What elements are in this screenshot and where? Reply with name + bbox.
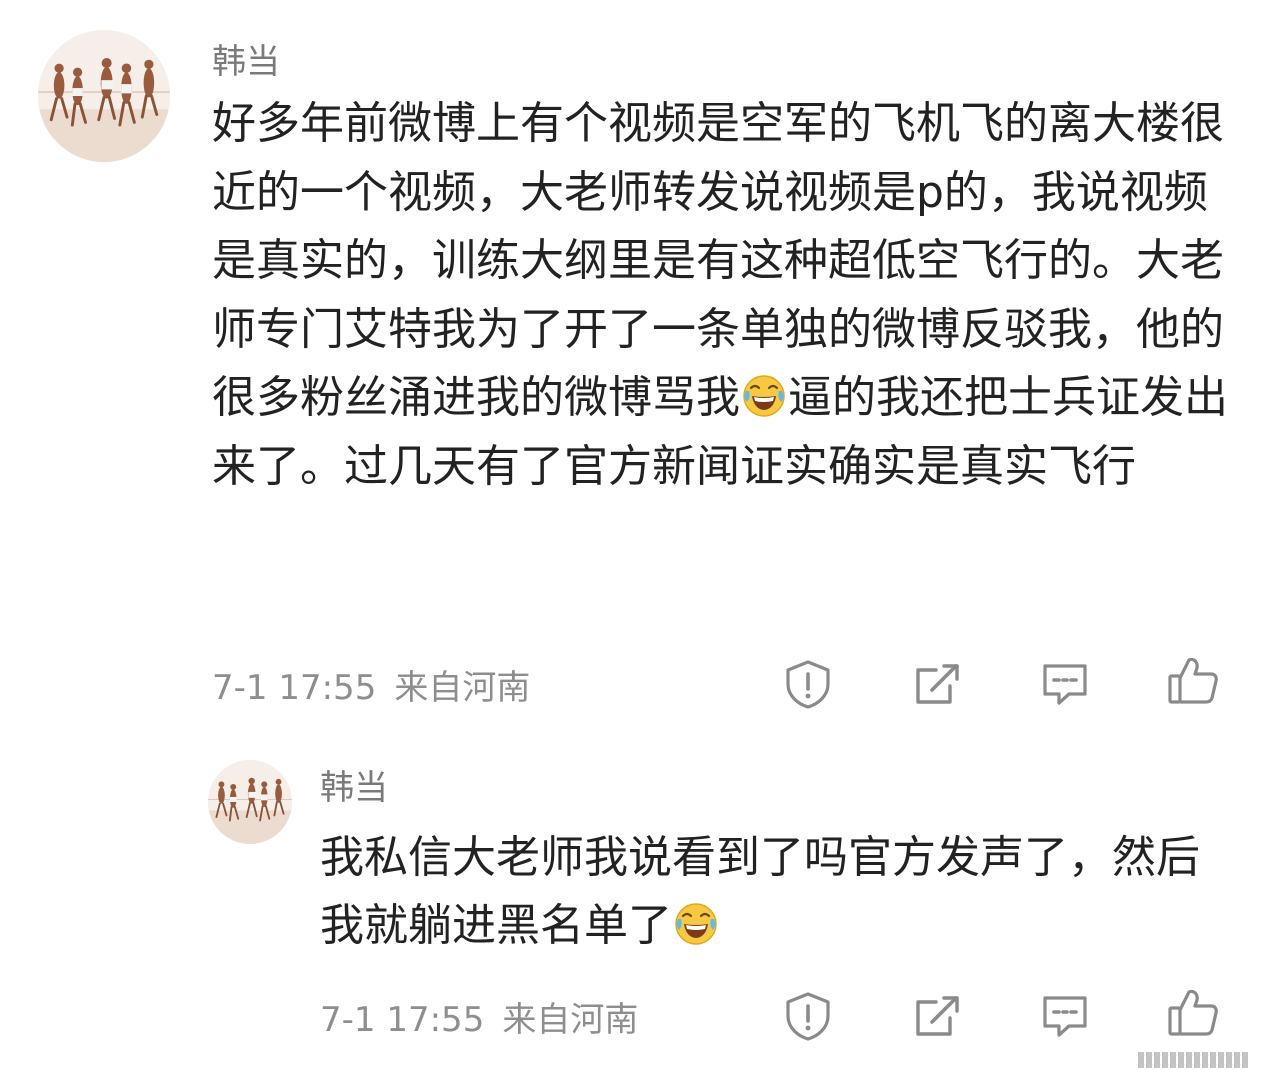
comment-meta: 7-1 17:55 来自河南 <box>212 660 548 709</box>
report-icon <box>786 992 830 1041</box>
watermark <box>1138 1052 1264 1068</box>
like-icon <box>1168 657 1218 704</box>
like-icon <box>1168 989 1218 1036</box>
reply-button[interactable] <box>1037 656 1093 712</box>
like-button[interactable] <box>1165 652 1221 708</box>
comment-location: 来自河南 <box>502 1000 639 1040</box>
repost-icon <box>916 996 959 1036</box>
reply-button[interactable] <box>1037 988 1093 1044</box>
laugh-cry-emoji-icon <box>674 902 718 946</box>
reply-icon <box>1043 996 1087 1037</box>
report-button[interactable] <box>780 656 836 712</box>
username[interactable]: 韩当 <box>320 760 388 809</box>
avatar[interactable] <box>38 30 170 162</box>
repost-button[interactable] <box>910 988 966 1044</box>
comment-text: 我私信大老师我说看到了吗官方发声了，然后我就躺进黑名单了 <box>320 824 1220 960</box>
repost-button[interactable] <box>910 656 966 712</box>
comment-location: 来自河南 <box>394 668 531 708</box>
username[interactable]: 韩当 <box>212 34 280 83</box>
report-icon <box>786 660 830 709</box>
comment-text-part: 我私信大老师我说看到了吗官方发声了，然后我就躺进黑名单了 <box>320 832 1200 951</box>
comment-time: 7-1 17:55 <box>212 668 377 708</box>
avatar-image <box>38 30 170 162</box>
comment-meta: 7-1 17:55 来自河南 <box>320 992 656 1041</box>
avatar[interactable] <box>208 760 292 844</box>
comment-time: 7-1 17:55 <box>320 1000 485 1040</box>
like-button[interactable] <box>1165 984 1221 1040</box>
repost-icon <box>916 664 959 704</box>
avatar-image <box>208 760 292 844</box>
comment-text: 好多年前微博上有个视频是空军的飞机飞的离大楼很近的一个视频，大老师转发说视频是p… <box>212 90 1232 502</box>
reply-icon <box>1043 664 1087 705</box>
laugh-cry-emoji-icon <box>742 374 786 418</box>
report-button[interactable] <box>780 988 836 1044</box>
